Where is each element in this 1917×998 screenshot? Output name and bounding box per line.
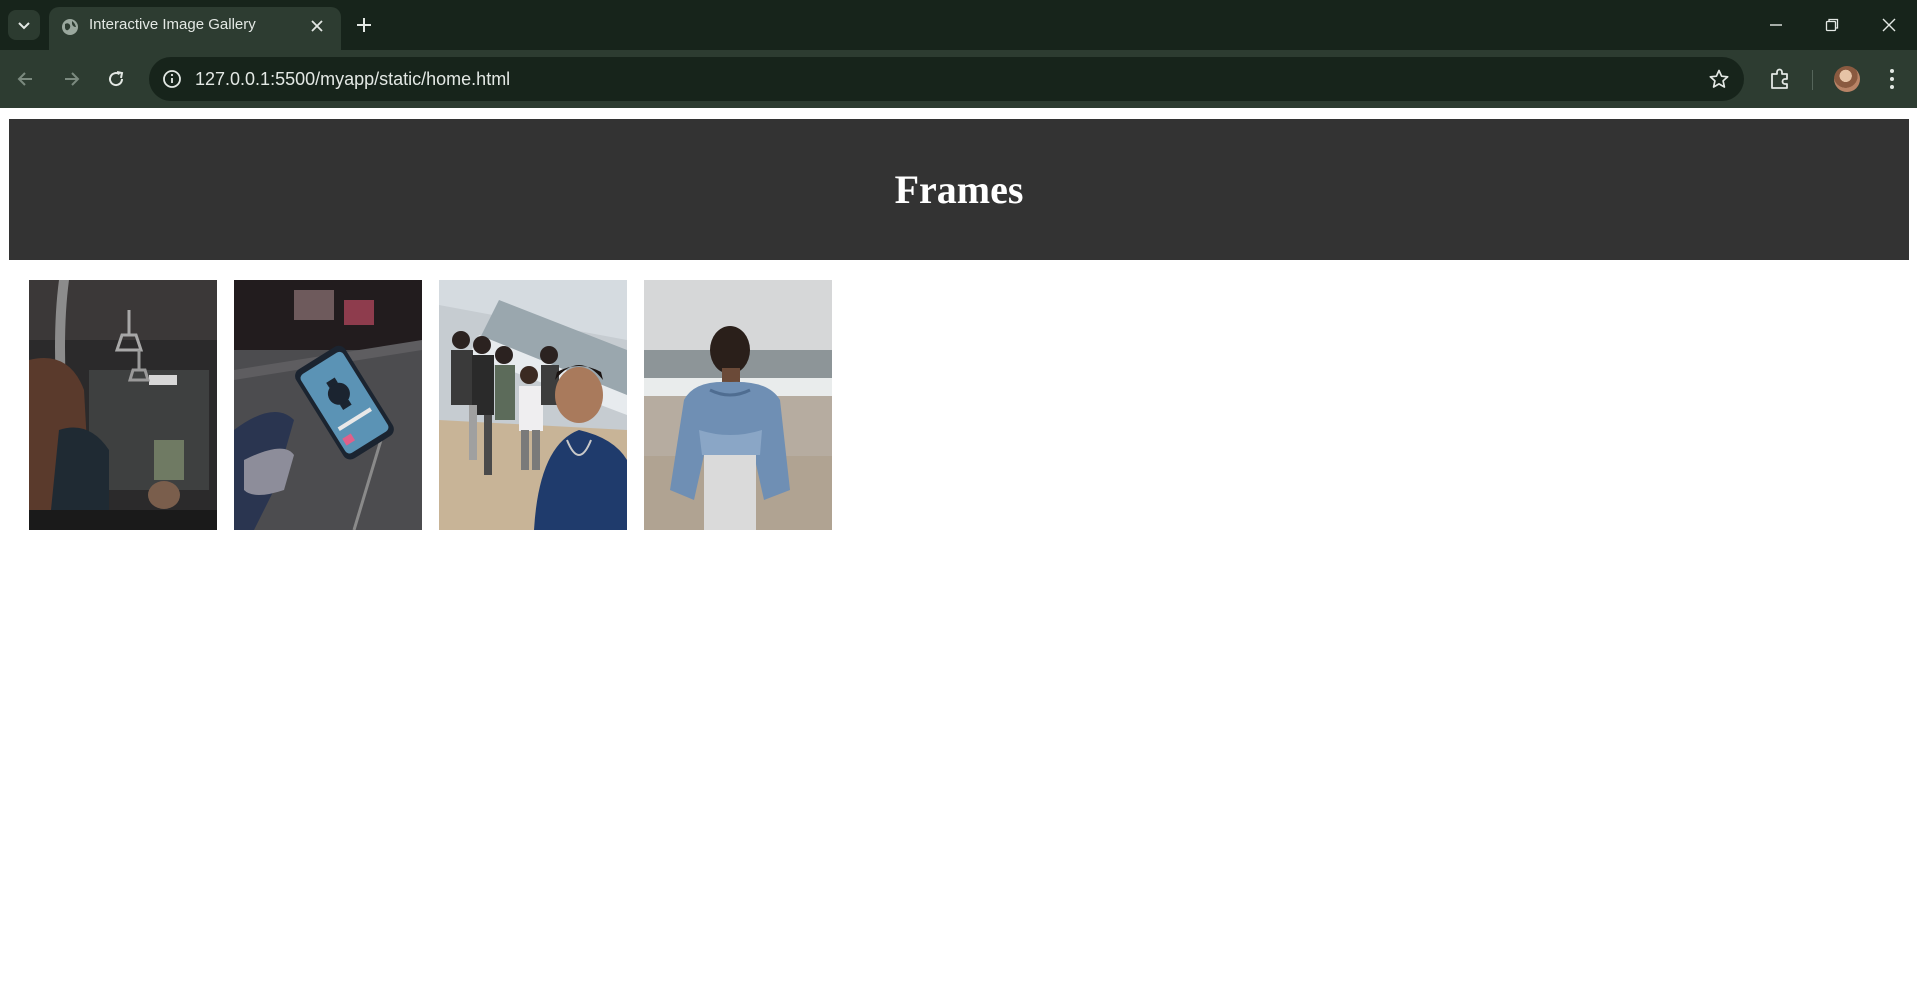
gallery-image-beach-group[interactable] (439, 280, 627, 530)
star-icon[interactable] (1708, 68, 1730, 90)
phone-street-image (234, 280, 422, 530)
back-button[interactable] (12, 65, 40, 93)
arrow-right-icon (65, 72, 80, 86)
gallery-image-train-interior[interactable] (29, 280, 217, 530)
page-header: Frames (9, 119, 1909, 260)
forward-button[interactable] (57, 65, 85, 93)
toolbar-divider (1812, 70, 1813, 90)
address-bar[interactable]: 127.0.0.1:5500/myapp/static/home.html (149, 57, 1744, 101)
minimize-button[interactable] (1753, 10, 1799, 40)
close-window-button[interactable] (1866, 10, 1912, 40)
puzzle-icon[interactable] (1766, 65, 1794, 93)
menu-button[interactable] (1878, 65, 1906, 93)
kebab-menu-icon (1890, 69, 1894, 89)
close-icon[interactable] (307, 16, 327, 36)
tab-search-button[interactable] (8, 10, 40, 40)
restore-icon (1825, 18, 1839, 32)
reload-button[interactable] (102, 65, 130, 93)
globe-icon (62, 19, 78, 35)
avatar[interactable] (1834, 66, 1860, 92)
reload-icon (109, 71, 124, 87)
minimize-icon (1770, 24, 1782, 26)
gallery-image-phone-street[interactable] (234, 280, 422, 530)
page-content: Frames (0, 108, 1917, 998)
train-interior-image (29, 280, 217, 530)
info-icon[interactable] (161, 68, 183, 90)
chevron-down-icon (18, 22, 30, 30)
arrow-left-icon (17, 72, 32, 86)
browser-toolbar: 127.0.0.1:5500/myapp/static/home.html (0, 50, 1917, 108)
url-text[interactable]: 127.0.0.1:5500/myapp/static/home.html (195, 57, 510, 101)
tab-title: Interactive Image Gallery (89, 16, 256, 33)
close-icon (1882, 18, 1896, 32)
beach-group-image (439, 280, 627, 530)
denim-sea-image (644, 280, 832, 530)
gallery-image-denim-sea[interactable] (644, 280, 832, 530)
restore-button[interactable] (1809, 10, 1855, 40)
tab-strip: Interactive Image Gallery (0, 0, 1917, 50)
page-title: Frames (894, 167, 1024, 212)
tab-active[interactable]: Interactive Image Gallery (49, 7, 341, 50)
plus-icon[interactable] (352, 13, 376, 37)
